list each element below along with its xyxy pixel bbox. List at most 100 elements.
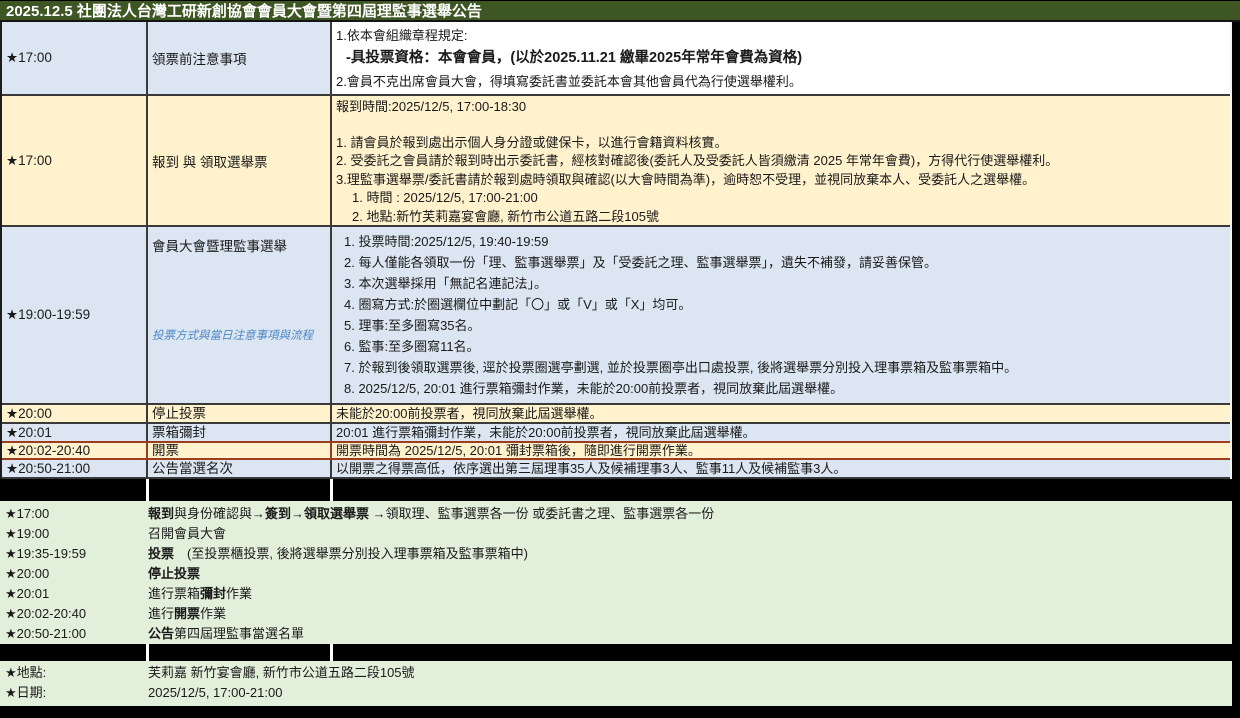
separator-cell [330, 479, 1232, 501]
item-cell: 公告當選名次 [148, 460, 332, 477]
detail-line: 8. 2025/12/5, 20:01 進行票箱彌封作業，未能於20:00前投票… [336, 378, 1226, 399]
page-title: 2025.12.5 社團法人台灣工研新創協會會員大會暨第四屆理監事選舉公告 [0, 0, 1240, 22]
timeline-row: ★20:01 進行票箱彌封作業 [0, 584, 1232, 604]
schedule-row: ★20:50-21:00 公告當選名次 以開票之得票高低，依序選出第三屆理事35… [2, 460, 1230, 479]
location-label: ★地點: [0, 663, 148, 683]
detail-line: 4. 圈寫方式:於圈選欄位中劃記「〇」或「V」或「X」均可。 [336, 294, 1226, 315]
timeline-segment: 與身份確認與→ [174, 506, 265, 521]
detail-line: 2. 每人僅能各領取一份「理、監事選舉票」及「受委託之理、監事選舉票」，遺失不補… [336, 252, 1226, 273]
location-value: 芙莉嘉 新竹宴會廳, 新竹市公道五路二段105號 [148, 663, 1232, 683]
separator-bar [0, 479, 1232, 501]
detail-cell: 1.依本會組織章程規定: -具投票資格：本會會員，(以於2025.11.21 繳… [332, 22, 1230, 94]
timeline-segment: 停止投票 [148, 566, 200, 581]
timeline-segment: (至投票櫃投票, 後將選舉票分別投入理事票箱及監事票箱中) [174, 546, 528, 561]
timeline-row: ★17:00 報到與身份確認與→簽到→領取選舉票 →領取理、監事選票各一份 或委… [0, 504, 1232, 524]
detail-cell: 20:01 進行票箱彌封作業，未能於20:00前投票者，視同放棄此屆選舉權。 [332, 424, 1230, 441]
detail-line: 7. 於報到後領取選票後, 逕於投票圈選亭劃選, 並於投票圈亭出口處投票, 後將… [336, 357, 1226, 378]
timeline-segment: 簽到 [265, 506, 291, 521]
separator-cell [146, 479, 330, 501]
timeline-segment: 召開會員大會 [148, 526, 226, 541]
item-title: 會員大會暨理監事選舉 [152, 235, 326, 255]
timeline-text: 進行開票作業 [148, 604, 1232, 624]
schedule-row: ★19:00-19:59 會員大會暨理監事選舉 投票方式與當日注意事項與流程 1… [2, 227, 1230, 405]
detail-line: 報到時間:2025/12/5, 17:00-18:30 [336, 98, 1226, 117]
detail-line: 3. 本次選舉採用「無記名連記法」。 [336, 273, 1226, 294]
separator-cell [0, 644, 146, 661]
timeline-segment: 第四屆理監事當選名單 [174, 626, 304, 641]
time-cell: ★20:02-20:40 [2, 443, 148, 458]
announcement-page: 2025.12.5 社團法人台灣工研新創協會會員大會暨第四屆理監事選舉公告 ★1… [0, 0, 1240, 718]
timeline-time: ★20:50-21:00 [0, 624, 148, 644]
timeline-time: ★19:35-19:59 [0, 544, 148, 564]
timeline-row: ★19:35-19:59 投票 (至投票櫃投票, 後將選舉票分別投入理事票箱及監… [0, 544, 1232, 564]
detail-line: 5. 理事:至多圈寫35名。 [336, 315, 1226, 336]
timeline-segment: 報到 [148, 506, 174, 521]
separator-cell [0, 479, 146, 501]
footer-date-row: ★日期: 2025/12/5, 17:00-21:00 [0, 683, 1232, 703]
time-cell: ★20:01 [2, 424, 148, 441]
timeline-segment: 作業 [200, 606, 226, 621]
detail-cell: 以開票之得票高低，依序選出第三屆理事35人及候補理事3人、監事11人及候補監事3… [332, 460, 1230, 477]
footer-location-row: ★地點: 芙莉嘉 新竹宴會廳, 新竹市公道五路二段105號 [0, 663, 1232, 683]
separator-cell [146, 644, 330, 661]
timeline-time: ★20:00 [0, 564, 148, 584]
detail-line: 2.會員不克出席會員大會，得填寫委託書並委託本會其他會員代為行使選舉權利。 [336, 70, 1226, 93]
schedule-row: ★17:00 報到 與 領取選舉票 報到時間:2025/12/5, 17:00-… [2, 96, 1230, 227]
time-cell: ★20:00 [2, 405, 148, 422]
timeline-text: 投票 (至投票櫃投票, 後將選舉票分別投入理事票箱及監事票箱中) [148, 544, 1232, 564]
timeline-segment: → [291, 506, 304, 521]
vote-instructions-link[interactable]: 投票方式與當日注意事項與流程 [152, 327, 326, 343]
detail-cell: 1. 投票時間:2025/12/5, 19:40-19:59 2. 每人僅能各領… [332, 227, 1230, 403]
timeline-row: ★20:00 停止投票 [0, 564, 1232, 584]
timeline-segment: 彌封 [200, 586, 226, 601]
detail-cell: 未能於20:00前投票者，視同放棄此屆選舉權。 [332, 405, 1230, 422]
schedule-row-highlighted: ★20:02-20:40 開票 開票時間為 2025/12/5, 20:01 彌… [2, 441, 1230, 460]
timeline-row: ★19:00 召開會員大會 [0, 524, 1232, 544]
timeline-text: 進行票箱彌封作業 [148, 584, 1232, 604]
item-cell: 票箱彌封 [148, 424, 332, 441]
detail-line: -具投票資格：本會會員，(以於2025.11.21 繳畢2025年常年會費為資格… [336, 47, 1226, 70]
footer-section: ★地點: 芙莉嘉 新竹宴會廳, 新竹市公道五路二段105號 ★日期: 2025/… [0, 661, 1232, 706]
timeline-text: 公告第四屆理監事當選名單 [148, 624, 1232, 644]
detail-cell: 開票時間為 2025/12/5, 20:01 彌封票箱後，隨即進行開票作業。 [332, 443, 1230, 458]
timeline-text: 召開會員大會 [148, 524, 1232, 544]
date-label: ★日期: [0, 683, 148, 703]
timeline-text: 停止投票 [148, 564, 1232, 584]
timeline-text: 報到與身份確認與→簽到→領取選舉票 →領取理、監事選票各一份 或委託書之理、監事… [148, 504, 1232, 524]
schedule-row: ★17:00 領票前注意事項 1.依本會組織章程規定: -具投票資格：本會會員，… [2, 22, 1230, 96]
timeline-segment: 作業 [226, 586, 252, 601]
item-cell: 會員大會暨理監事選舉 投票方式與當日注意事項與流程 [148, 227, 332, 403]
timeline-segment: 開票 [174, 606, 200, 621]
time-cell: ★17:00 [2, 96, 148, 225]
item-cell: 領票前注意事項 [148, 22, 332, 94]
timeline-segment: 領取選舉票 [304, 506, 369, 521]
detail-line: 2. 地點:新竹芙莉嘉宴會廳, 新竹市公道五路二段105號 [336, 208, 1226, 227]
timeline-segment: 公告 [148, 626, 174, 641]
separator-bar [0, 644, 1232, 661]
timeline-segment: 投票 [148, 546, 174, 561]
date-value: 2025/12/5, 17:00-21:00 [148, 683, 1232, 703]
timeline-section: ★17:00 報到與身份確認與→簽到→領取選舉票 →領取理、監事選票各一份 或委… [0, 501, 1232, 644]
detail-line: 1.依本會組織章程規定: [336, 24, 1226, 47]
time-cell: ★20:50-21:00 [2, 460, 148, 477]
timeline-row: ★20:50-21:00 公告第四屆理監事當選名單 [0, 624, 1232, 644]
detail-line: 1. 請會員於報到處出示個人身分證或健保卡，以進行會籍資料核實。 [336, 134, 1226, 153]
detail-line: 3.理監事選舉票/委託書請於報到處時領取與確認(以大會時間為準)，逾時恕不受理，… [336, 171, 1226, 190]
schedule-row: ★20:00 停止投票 未能於20:00前投票者，視同放棄此屆選舉權。 [2, 405, 1230, 424]
detail-line: 6. 監事:至多圈寫11名。 [336, 336, 1226, 357]
schedule-table: ★17:00 領票前注意事項 1.依本會組織章程規定: -具投票資格：本會會員，… [0, 22, 1232, 479]
timeline-segment: 進行票箱 [148, 586, 200, 601]
timeline-segment: →領取理、監事選票各一份 或委託書之理、監事選票各一份 [369, 506, 714, 521]
timeline-row: ★20:02-20:40 進行開票作業 [0, 604, 1232, 624]
separator-cell [330, 644, 1232, 661]
item-cell: 停止投票 [148, 405, 332, 422]
timeline-time: ★20:02-20:40 [0, 604, 148, 624]
blank-line [336, 117, 1226, 134]
time-cell: ★19:00-19:59 [2, 227, 148, 403]
time-cell: ★17:00 [2, 22, 148, 94]
timeline-segment: 進行 [148, 606, 174, 621]
timeline-time: ★20:01 [0, 584, 148, 604]
item-cell: 報到 與 領取選舉票 [148, 96, 332, 225]
timeline-time: ★17:00 [0, 504, 148, 524]
detail-line: 2. 受委託之會員請於報到時出示委託書，經核對確認後(委託人及受委託人皆須繳清 … [336, 152, 1226, 171]
